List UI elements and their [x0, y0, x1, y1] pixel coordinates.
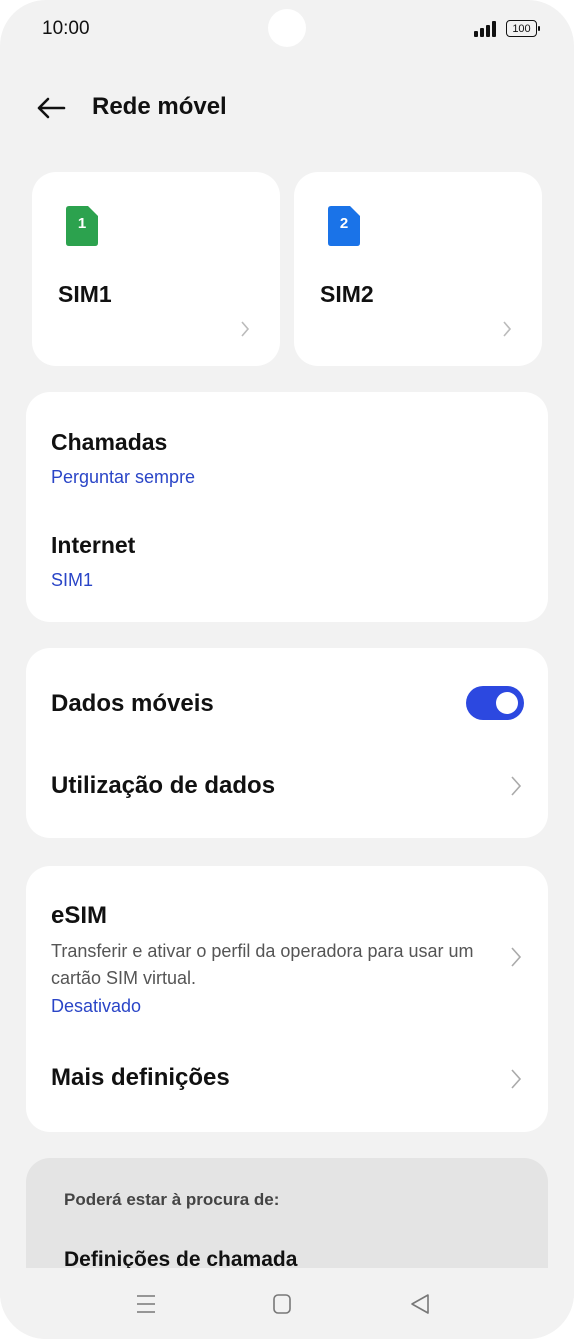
- menu-icon[interactable]: [126, 1288, 166, 1320]
- sim-number: 1: [77, 215, 87, 232]
- internet-value: SIM1: [51, 570, 94, 590]
- mobile-data-label: Dados móveis: [51, 690, 214, 717]
- back-triangle-icon[interactable]: [400, 1288, 440, 1320]
- sim-number: 2: [339, 215, 349, 232]
- sim-card-icon: 2: [328, 206, 360, 246]
- internet-preference-row[interactable]: Internet SIM1: [26, 507, 548, 622]
- mobile-data-toggle[interactable]: [466, 686, 524, 720]
- esim-description: Transferir e ativar o perfil da operador…: [51, 941, 474, 988]
- data-usage-label: Utilização de dados: [51, 772, 276, 799]
- sim-card-icon: 1: [66, 206, 98, 246]
- mobile-data-card: Dados móveis Utilização de dados: [26, 648, 548, 838]
- battery-icon: 100: [506, 20, 540, 37]
- battery-level: 100: [512, 22, 531, 35]
- calls-value: Perguntar sempre: [51, 467, 196, 487]
- esim-title: eSIM: [51, 902, 108, 929]
- chevron-right-icon: [510, 775, 522, 797]
- esim-card: eSIM Transferir e ativar o perfil da ope…: [26, 866, 548, 1132]
- sim1-card[interactable]: 1 SIM1: [32, 172, 280, 366]
- suggestions-heading: Poderá estar à procura de:: [64, 1190, 280, 1209]
- more-settings-row[interactable]: Mais definições: [26, 1036, 548, 1132]
- suggestions-card: Poderá estar à procura de: Definições de…: [26, 1158, 548, 1278]
- calls-preference-row[interactable]: Chamadas Perguntar sempre: [26, 392, 548, 507]
- sim-preferences-card: Chamadas Perguntar sempre Internet SIM1: [26, 392, 548, 622]
- header: Rede móvel: [0, 85, 574, 131]
- page-title: Rede móvel: [92, 93, 227, 120]
- chevron-right-icon: [240, 320, 250, 338]
- esim-row[interactable]: eSIM Transferir e ativar o perfil da ope…: [26, 866, 548, 1036]
- camera-cutout: [268, 9, 306, 47]
- toggle-knob: [496, 692, 518, 714]
- internet-label: Internet: [51, 532, 136, 558]
- sim-name: SIM1: [58, 281, 112, 307]
- status-bar: 10:00 100: [0, 0, 574, 62]
- status-time: 10:00: [42, 18, 90, 39]
- sim-name: SIM2: [320, 281, 374, 307]
- calls-label: Chamadas: [51, 429, 168, 455]
- chevron-right-icon: [502, 320, 512, 338]
- sim2-card[interactable]: 2 SIM2: [294, 172, 542, 366]
- phone-screen: 10:00 100 Rede móvel 1 SIM1 2 SIM2 Chama…: [0, 0, 574, 1339]
- chevron-right-icon: [510, 946, 522, 968]
- more-settings-label: Mais definições: [51, 1064, 230, 1091]
- esim-status: Desativado: [51, 996, 142, 1016]
- data-usage-row[interactable]: Utilização de dados: [26, 748, 548, 838]
- home-icon[interactable]: [262, 1288, 302, 1320]
- navigation-bar: [0, 1268, 574, 1339]
- signal-icon: [474, 21, 500, 37]
- back-arrow-icon[interactable]: [34, 93, 68, 123]
- chevron-right-icon: [510, 1068, 522, 1090]
